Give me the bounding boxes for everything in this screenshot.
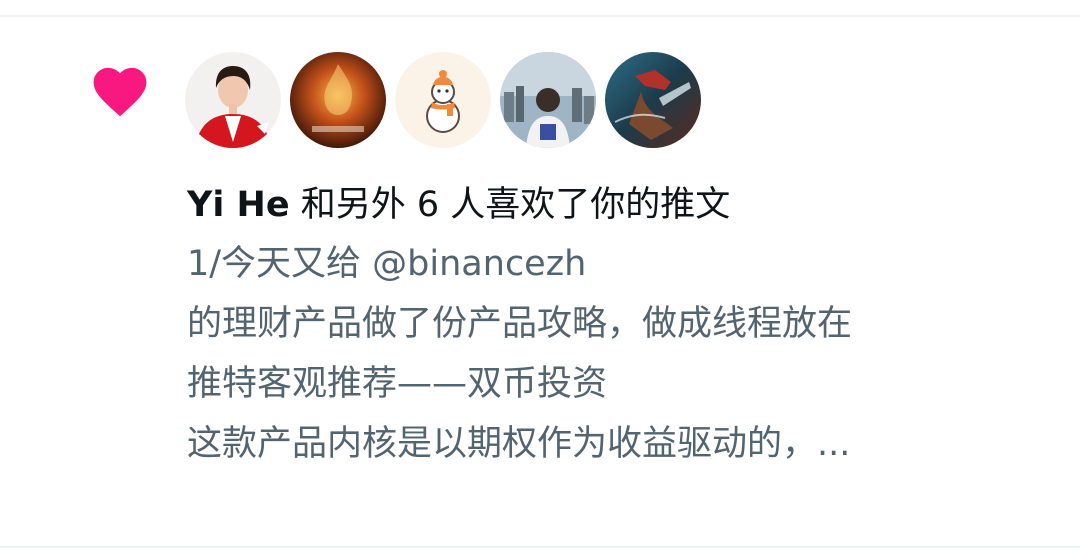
like-summary-text: 和另外 6 人喜欢了你的推文 <box>289 185 731 225</box>
tweet-line: 这款产品内核是以期权作为收益驱动的，... <box>187 424 851 464</box>
avatar-flame[interactable] <box>290 52 386 148</box>
notification-content[interactable]: Yi He 和另外 6 人喜欢了你的推文 1/今天又给 @binancezh 的… <box>187 176 1067 474</box>
avatar-snowman[interactable] <box>395 52 491 148</box>
avatar-game[interactable] <box>605 52 701 148</box>
avatar-yi-he[interactable] <box>185 52 281 148</box>
tweet-line: 的理财产品做了份产品攻略，做成线程放在 <box>187 304 853 344</box>
avatar-city[interactable] <box>500 52 596 148</box>
top-divider <box>0 15 1080 17</box>
tweet-line: 1/今天又给 @binancezh <box>187 244 587 284</box>
tweet-line: 推特客观推荐——双币投资 <box>187 364 608 404</box>
liker-avatars <box>185 52 701 148</box>
tweet-preview[interactable]: 1/今天又给 @binancezh 的理财产品做了份产品攻略，做成线程放在 推特… <box>187 234 1067 474</box>
bottom-divider <box>0 546 1080 548</box>
heart-icon <box>93 67 147 117</box>
like-summary: Yi He 和另外 6 人喜欢了你的推文 <box>187 176 1067 234</box>
liker-name[interactable]: Yi He <box>187 185 290 225</box>
